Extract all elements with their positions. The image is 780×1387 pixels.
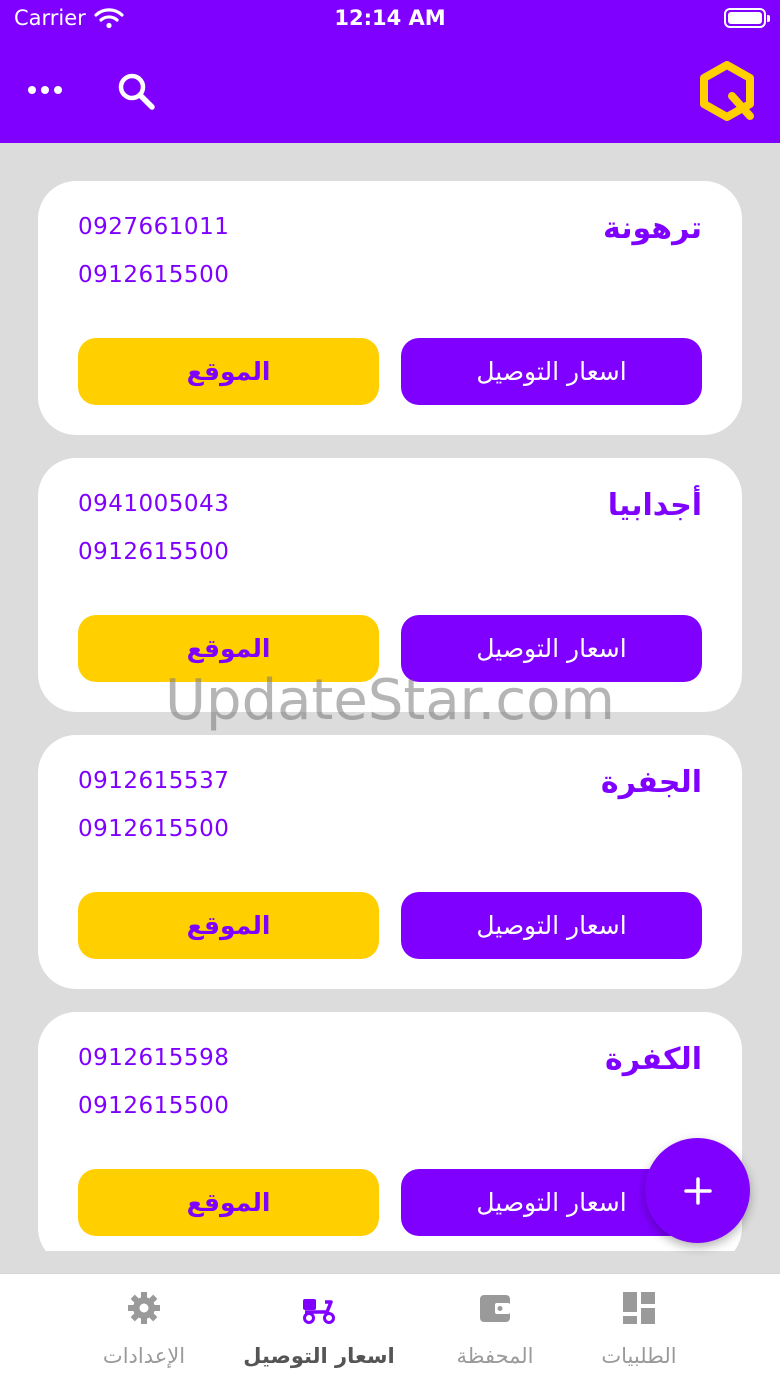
tab-label: الإعدادات <box>102 1344 186 1368</box>
location-button[interactable]: الموقع <box>78 338 379 405</box>
plus-icon <box>683 1176 712 1205</box>
tab-delivery-prices[interactable]: اسعار التوصيل <box>229 1274 409 1387</box>
app-header: Carrier 12:14 AM <box>0 0 780 143</box>
tab-orders[interactable]: الطلبيات <box>549 1274 729 1387</box>
delivery-prices-button[interactable]: اسعار التوصيل <box>401 892 702 959</box>
branch-phone-primary[interactable]: 0912615598 <box>78 1045 229 1071</box>
branch-card: الكفرة 0912615598 0912615500 الموقع اسعا… <box>38 1012 742 1251</box>
delivery-prices-button[interactable]: اسعار التوصيل <box>401 615 702 682</box>
battery-icon <box>724 8 770 28</box>
branch-phone-primary[interactable]: 0912615537 <box>78 768 229 794</box>
branch-card: الجفرة 0912615537 0912615500 الموقع اسعا… <box>38 735 742 989</box>
branch-city: الجفرة <box>600 765 702 800</box>
tab-label: الطلبيات <box>601 1344 677 1368</box>
branch-phone-primary[interactable]: 0927661011 <box>78 214 229 240</box>
location-button[interactable]: الموقع <box>78 1169 379 1236</box>
more-horizontal-icon[interactable] <box>28 82 64 98</box>
location-button[interactable]: الموقع <box>78 615 379 682</box>
dashboard-icon <box>623 1292 655 1324</box>
bottom-tab-bar: الإعدادات اسعار التوصيل المحفظة الطلبيات <box>0 1273 780 1387</box>
branch-city: ترهونة <box>603 211 702 246</box>
location-button[interactable]: الموقع <box>78 892 379 959</box>
status-bar: Carrier 12:14 AM <box>0 0 780 40</box>
branch-phone-secondary[interactable]: 0912615500 <box>78 539 229 565</box>
branch-card: أجدابيا 0941005043 0912615500 الموقع اسع… <box>38 458 742 712</box>
delivery-scooter-icon <box>303 1299 335 1324</box>
app-logo-icon <box>700 61 754 121</box>
branch-card: ترهونة 0927661011 0912615500 الموقع اسعا… <box>38 181 742 435</box>
branch-phone-secondary[interactable]: 0912615500 <box>78 1093 229 1119</box>
tab-label: اسعار التوصيل <box>243 1344 395 1368</box>
gear-icon <box>128 1292 160 1324</box>
wallet-icon <box>480 1295 510 1322</box>
branch-phone-secondary[interactable]: 0912615500 <box>78 816 229 842</box>
search-icon[interactable] <box>115 70 157 112</box>
branch-list[interactable]: ترهونة 0927661011 0912615500 الموقع اسعا… <box>38 181 742 1251</box>
status-time: 12:14 AM <box>334 6 446 30</box>
branch-phone-primary[interactable]: 0941005043 <box>78 491 229 517</box>
branch-city: أجدابيا <box>607 488 702 523</box>
add-button[interactable] <box>645 1138 750 1243</box>
tab-settings[interactable]: الإعدادات <box>54 1274 234 1387</box>
branch-city: الكفرة <box>605 1042 702 1077</box>
branch-phone-secondary[interactable]: 0912615500 <box>78 262 229 288</box>
delivery-prices-button[interactable]: اسعار التوصيل <box>401 338 702 405</box>
